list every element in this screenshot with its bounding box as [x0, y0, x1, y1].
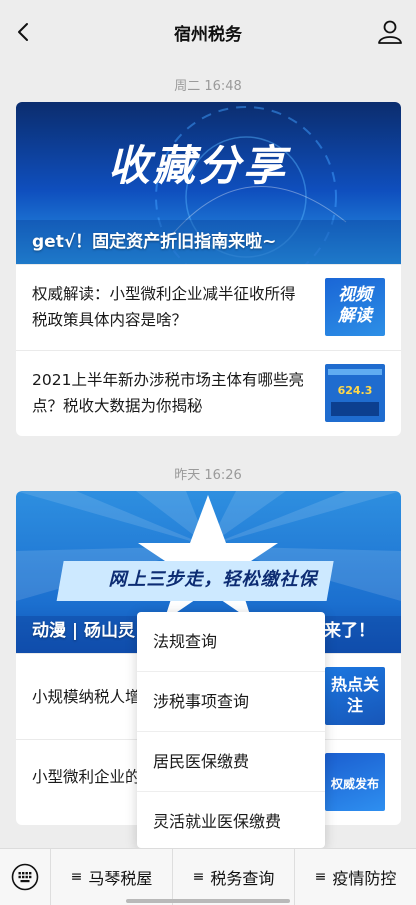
- menu-lines-icon: ≡: [192, 869, 205, 885]
- bottom-menu-item[interactable]: ≡ 税务查询: [173, 849, 295, 905]
- keyboard-icon: [11, 863, 39, 891]
- back-arrow-icon[interactable]: [12, 20, 36, 44]
- bottom-menu-item[interactable]: ≡ 马琴税屋: [51, 849, 173, 905]
- bottom-menu-label: 马琴税屋: [88, 869, 153, 888]
- thumbnail-hot: 热点关注: [325, 667, 385, 725]
- submenu-item-regulation-query[interactable]: 法规查询: [137, 612, 325, 671]
- cover-caption: 动漫 | 砀山灵: [32, 621, 136, 641]
- submenu-popup: 法规查询 涉税事项查询 居民医保缴费 灵活就业医保缴费: [137, 612, 325, 848]
- cover-art-text: 网上三步走，轻松缴社保: [108, 569, 318, 590]
- bottom-menu-item[interactable]: ≡ 疫情防控: [295, 849, 416, 905]
- menu-lines-icon: ≡: [70, 869, 83, 885]
- menu-lines-icon: ≡: [314, 869, 327, 885]
- article-row[interactable]: 权威解读：小型微利企业减半征收所得税政策具体内容是啥？ 视频解读: [16, 264, 401, 350]
- thumbnail-release: 权威发布: [325, 753, 385, 811]
- bottom-menu-bar: ≡ 马琴税屋 ≡ 税务查询 ≡ 疫情防控: [0, 848, 416, 905]
- submenu-item-resident-insurance[interactable]: 居民医保缴费: [137, 731, 325, 791]
- bottom-menu-label: 税务查询: [210, 869, 275, 888]
- submenu-item-tax-matter-query[interactable]: 涉税事项查询: [137, 671, 325, 731]
- thumbnail-data: 624.3: [325, 364, 385, 422]
- keyboard-toggle-button[interactable]: [0, 849, 51, 905]
- thumbnail-text: 624.3: [337, 384, 373, 397]
- message-timestamp: 周二 16:48: [174, 79, 242, 94]
- cover-art-text: 收藏分享: [108, 141, 289, 190]
- article-title: 2021上半年新办涉税市场主体有哪些亮点？税收大数据为你揭秘: [32, 371, 304, 415]
- cover-article[interactable]: 收藏分享 get√！固定资产折旧指南来啦~: [16, 102, 401, 264]
- message-timestamp: 昨天 16:26: [174, 468, 242, 483]
- submenu-item-flexible-insurance[interactable]: 灵活就业医保缴费: [137, 791, 325, 851]
- page-title: 宿州税务: [174, 24, 242, 45]
- thumbnail-text: 权威发布: [330, 777, 379, 791]
- home-indicator: [126, 899, 290, 903]
- article-row[interactable]: 2021上半年新办涉税市场主体有哪些亮点？税收大数据为你揭秘 624.3: [16, 350, 401, 436]
- nav-bar: 宿州税务: [0, 0, 416, 64]
- article-card: 收藏分享 get√！固定资产折旧指南来啦~ 权威解读：小型微利企业减半征收所得税…: [16, 102, 401, 436]
- cover-caption: get√！固定资产折旧指南来啦~: [32, 232, 277, 252]
- thumbnail-video: 视频解读: [325, 278, 385, 336]
- profile-icon[interactable]: [376, 18, 404, 46]
- thumbnail-text: 视频解读: [338, 285, 372, 326]
- article-title: 权威解读：小型微利企业减半征收所得税政策具体内容是啥？: [32, 285, 296, 329]
- thumbnail-text: 热点关注: [331, 675, 380, 715]
- bottom-menu-label: 疫情防控: [332, 869, 397, 888]
